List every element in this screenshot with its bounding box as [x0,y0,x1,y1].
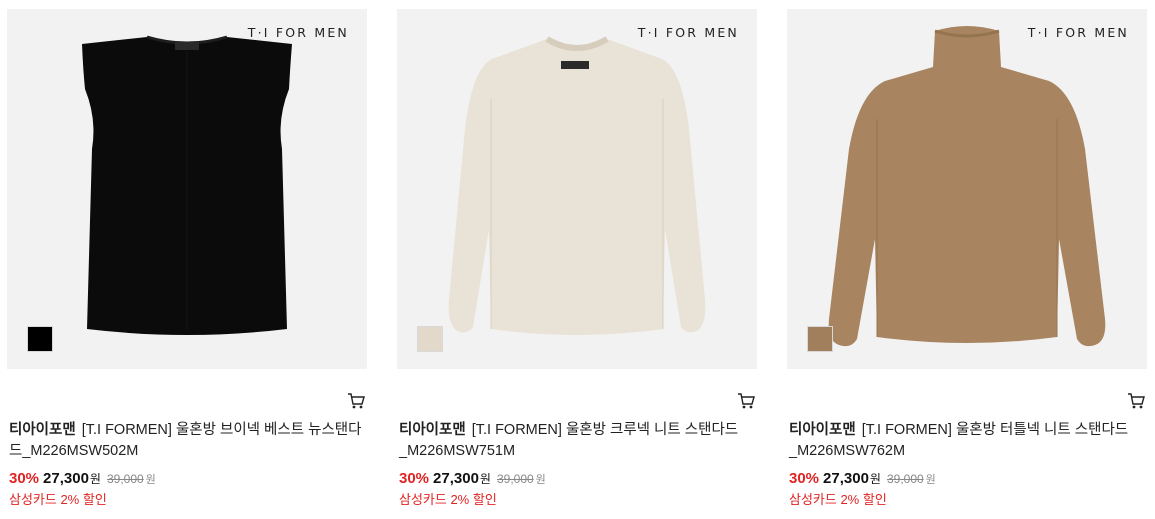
discount-rate: 30% [789,470,820,487]
discount-rate: 30% [9,470,40,487]
color-swatch[interactable] [807,326,833,352]
product-title[interactable]: 티아이포맨 [T.I FORMEN] 울혼방 브이넥 베스트 뉴스탠다드_M226… [9,420,365,462]
card-discount: 삼성카드 2% 할인 [399,492,497,507]
product-image[interactable]: T·I FOR MEN [787,9,1147,369]
cart-icon[interactable] [737,393,755,409]
product-title[interactable]: 티아이포맨 [T.I FORMEN] 울혼방 크루넥 니트 스탠다드_M226MS… [399,420,755,462]
sale-price: 27,300 [433,470,479,487]
discount-rate: 30% [399,470,430,487]
product-card[interactable]: T·I FOR MEN 티아이포맨 [T.I FORMEN] 울혼방 터틀넥 니트… [787,9,1147,507]
original-price: 39,000 [106,472,144,486]
price-unit: 원 [89,472,101,486]
sale-price: 27,300 [823,470,869,487]
original-price-unit: 원 [145,474,156,486]
cart-icon[interactable] [1127,393,1145,409]
sale-price: 27,300 [43,470,89,487]
turtleneck-garment-image [828,26,1106,347]
brand-watermark: T·I FOR MEN [1027,25,1129,40]
original-price-unit: 원 [535,474,546,486]
product-brand: 티아이포맨 [789,422,856,438]
original-price: 39,000 [496,472,534,486]
brand-watermark: T·I FOR MEN [637,25,739,40]
crewneck-garment-image [448,36,706,335]
product-brand: 티아이포맨 [399,422,466,438]
original-price: 39,000 [886,472,924,486]
product-title[interactable]: 티아이포맨 [T.I FORMEN] 울혼방 터틀넥 니트 스탠다드_M226MS… [789,420,1145,462]
product-brand: 티아이포맨 [9,422,76,438]
price-row: 30% 27,300원 39,000 원 [399,470,546,487]
price-unit: 원 [479,472,491,486]
product-card[interactable]: T·I FOR MEN 티아이포맨 [T.I FORMEN] 울혼방 크루넥 니트… [397,9,757,507]
original-price-unit: 원 [925,474,936,486]
color-swatch[interactable] [417,326,443,352]
product-image[interactable]: T·I FOR MEN [7,9,367,369]
color-swatch[interactable] [27,326,53,352]
vest-garment-image [82,35,292,335]
card-discount: 삼성카드 2% 할인 [789,492,887,507]
price-unit: 원 [869,472,881,486]
price-row: 30% 27,300원 39,000 원 [9,470,156,487]
product-image[interactable]: T·I FOR MEN [397,9,757,369]
price-row: 30% 27,300원 39,000 원 [789,470,936,487]
brand-watermark: T·I FOR MEN [247,25,349,40]
cart-icon[interactable] [347,393,365,409]
product-card[interactable]: T·I FOR MEN 티아이포맨 [T.I FORMEN] 울혼방 브이넥 베스… [7,9,367,507]
card-discount: 삼성카드 2% 할인 [9,492,107,507]
